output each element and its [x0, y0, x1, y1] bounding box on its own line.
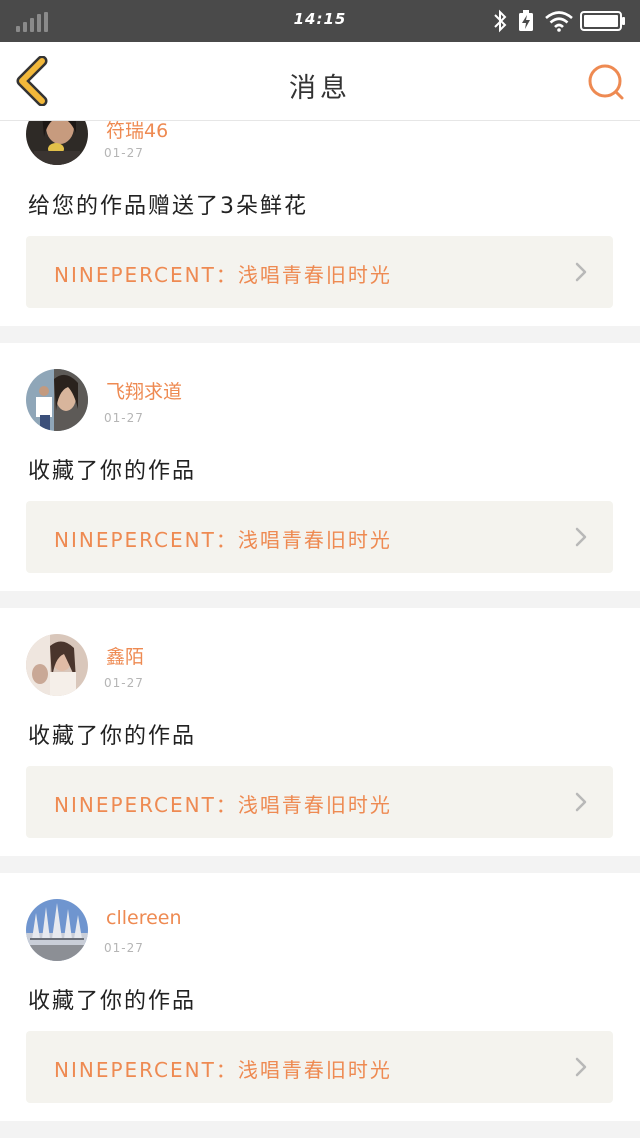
work-link[interactable]: NINEPERCENT：浅唱青春旧时光 — [26, 501, 613, 573]
work-title: NINEPERCENT：浅唱青春旧时光 — [54, 528, 392, 552]
user-name[interactable]: 鑫陌 — [106, 642, 144, 669]
status-bar: 14:15 — [0, 0, 640, 42]
chevron-right-icon — [575, 792, 587, 812]
page-title: 消息 — [289, 73, 351, 104]
message-date: 01-27 — [104, 676, 144, 690]
work-link[interactable]: NINEPERCENT：浅唱青春旧时光 — [26, 766, 613, 838]
battery-icon — [580, 11, 625, 31]
chevron-right-icon — [575, 527, 587, 547]
message-date: 01-27 — [104, 146, 144, 160]
charging-icon — [519, 10, 533, 31]
avatar[interactable] — [26, 634, 88, 696]
work-title: NINEPERCENT：浅唱青春旧时光 — [54, 263, 392, 287]
chevron-right-icon — [575, 262, 587, 282]
search-icon — [588, 64, 624, 100]
bluetooth-icon — [494, 9, 507, 33]
message-text: 收藏了你的作品 — [28, 459, 197, 484]
message-text: 收藏了你的作品 — [28, 724, 197, 749]
app-header: 消息 — [0, 42, 640, 121]
message-text: 收藏了你的作品 — [28, 989, 197, 1014]
message-text: 给您的作品赠送了3朵鲜花 — [28, 194, 308, 219]
user-name[interactable]: 飞翔求道 — [106, 377, 182, 404]
message-card: 鑫陌 01-27 收藏了你的作品 NINEPERCENT：浅唱青春旧时光 — [0, 608, 640, 856]
chevron-right-icon — [575, 1057, 587, 1077]
search-button[interactable] — [586, 62, 626, 102]
message-date: 01-27 — [104, 411, 144, 425]
avatar[interactable] — [26, 369, 88, 431]
message-date: 01-27 — [104, 941, 144, 955]
message-card: cllereen 01-27 收藏了你的作品 NINEPERCENT：浅唱青春旧… — [0, 873, 640, 1121]
user-name[interactable]: cllereen — [106, 907, 182, 929]
work-link[interactable]: NINEPERCENT：浅唱青春旧时光 — [26, 1031, 613, 1103]
message-card: 飞翔求道 01-27 收藏了你的作品 NINEPERCENT：浅唱青春旧时光 — [0, 343, 640, 591]
avatar[interactable] — [26, 899, 88, 961]
work-link[interactable]: NINEPERCENT：浅唱青春旧时光 — [26, 236, 613, 308]
work-title: NINEPERCENT：浅唱青春旧时光 — [54, 1058, 392, 1082]
wifi-icon — [545, 11, 573, 32]
work-title: NINEPERCENT：浅唱青春旧时光 — [54, 793, 392, 817]
